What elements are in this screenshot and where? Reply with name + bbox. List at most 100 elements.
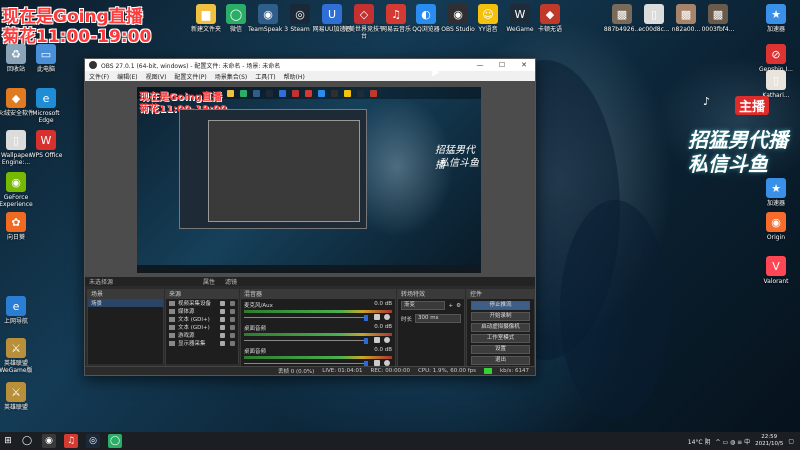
volume-slider[interactable] (244, 340, 368, 341)
desktop-icon[interactable]: W WPS Office (24, 130, 68, 159)
source-type-icon (169, 340, 175, 346)
desktop-icon[interactable]: ◉ GeForce Experience (0, 172, 38, 208)
desktop-icon[interactable]: e Microsoft Edge (24, 88, 68, 124)
netease-music-icon[interactable]: ♫ (64, 434, 78, 448)
desktop-icon[interactable]: ▩ 0003fbf4... (696, 4, 740, 33)
menu-help[interactable]: 帮助(H) (284, 72, 305, 81)
weather-widget[interactable]: 14°C 阴 (688, 437, 711, 446)
obs-window[interactable]: OBS 27.0.1 (64-bit, windows) - 配置文件: 未命名… (84, 58, 536, 376)
desktop-icon[interactable]: ◆ 卡顿无语 (528, 4, 572, 33)
visibility-eye-icon[interactable] (220, 316, 225, 322)
audio-level-meter (244, 310, 392, 313)
visibility-eye-icon[interactable] (220, 332, 225, 338)
source-item[interactable]: 游戏源 (166, 331, 238, 339)
transition-select[interactable]: 渐变 (401, 301, 446, 310)
source-item[interactable]: 显示器采集 (166, 339, 238, 347)
lock-icon[interactable] (230, 332, 235, 338)
obs-title-text: OBS 27.0.1 (64-bit, windows) - 配置文件: 未命名… (101, 62, 281, 70)
obs-logo-icon (89, 61, 97, 69)
wegame-icon: W (510, 4, 530, 24)
tiktok-icon: ♪ (703, 95, 711, 108)
speaker-icon[interactable] (374, 337, 380, 343)
desktop-icon[interactable]: ◉ Origin (754, 212, 798, 241)
source-item[interactable]: 视频采集设备 (166, 299, 238, 307)
menu-view[interactable]: 视图(V) (146, 72, 167, 81)
visibility-eye-icon[interactable] (220, 340, 225, 346)
preview-area: 现在是Going直播 菊花11:00-19:00 招猛男代播 私信斗鱼 (85, 81, 535, 277)
volume-slider-handle[interactable] (364, 315, 368, 321)
stream-preview[interactable]: 现在是Going直播 菊花11:00-19:00 招猛男代播 私信斗鱼 (137, 87, 481, 273)
lock-icon[interactable] (230, 324, 235, 330)
menu-tools[interactable]: 工具(T) (255, 72, 275, 81)
stop-streaming-button[interactable]: 停止推流 (471, 301, 530, 310)
steam-icon[interactable]: ◎ (86, 434, 100, 448)
add-icon[interactable]: + (448, 303, 453, 309)
duration-label: 时长 (401, 316, 413, 323)
search-icon[interactable]: ◯ (20, 434, 34, 448)
menu-file[interactable]: 文件(F) (89, 72, 109, 81)
huorong-icon: ◆ (6, 88, 26, 108)
desktop-icon-label: 此电脑 (36, 66, 55, 73)
menu-edit[interactable]: 编辑(E) (117, 72, 137, 81)
settings-button[interactable]: 设置 (471, 345, 530, 354)
desktop-icon[interactable]: ⚔ 英雄联盟 WeGame版 (0, 338, 38, 374)
visibility-eye-icon[interactable] (220, 308, 225, 314)
desktop-icon[interactable]: ✿ 向日葵 (0, 212, 38, 241)
filters-button[interactable]: 滤镜 (225, 277, 237, 286)
lock-icon[interactable] (230, 316, 235, 322)
start-virtual-camera-button[interactable]: 启动虚拟摄像机 (471, 323, 530, 332)
perfectworld-icon: ◇ (354, 4, 374, 24)
obs-titlebar[interactable]: OBS 27.0.1 (64-bit, windows) - 配置文件: 未命名… (85, 59, 535, 71)
obs-icon[interactable]: ◉ (42, 434, 56, 448)
lock-icon[interactable] (230, 308, 235, 314)
volume-slider[interactable] (244, 363, 368, 364)
gear-icon[interactable] (384, 337, 390, 343)
menu-profile[interactable]: 配置文件(P) (174, 72, 206, 81)
start-icon[interactable]: ⊞ (0, 432, 16, 450)
lock-icon[interactable] (230, 340, 235, 346)
gear-icon[interactable]: ⚙ (456, 303, 461, 309)
minimize-icon[interactable]: — (469, 59, 491, 71)
volume-slider-handle[interactable] (364, 338, 368, 344)
desktop-icon[interactable]: ▭ 此电脑 (24, 44, 68, 73)
exit-button[interactable]: 退出 (471, 356, 530, 365)
desktop-icon[interactable]: ★ 加速器 (754, 4, 798, 33)
clock[interactable]: 22:59 2021/10/5 (755, 434, 783, 448)
desktop-icon-label: Origin (766, 234, 786, 241)
menu-scene-collection[interactable]: 场景集合(S) (215, 72, 248, 81)
image-file-icon: ▩ (708, 4, 728, 24)
notification-icon[interactable]: ▢ (788, 438, 794, 445)
volume-slider[interactable] (244, 317, 368, 318)
maximize-icon[interactable]: ☐ (491, 59, 513, 71)
mixer-channel: 桌面音频 0.0 dB (244, 324, 392, 344)
visibility-eye-icon[interactable] (220, 300, 225, 306)
geforce-icon: ◉ (6, 172, 26, 192)
studio-mode-button[interactable]: 工作室模式 (471, 334, 530, 343)
visibility-eye-icon[interactable] (220, 324, 225, 330)
mixer-channel-name: 麦克风/Aux (244, 303, 273, 309)
source-item[interactable]: 文本 (GDI+) (166, 315, 238, 323)
desktop-icon[interactable]: ⚔ 英雄联盟 (0, 382, 38, 411)
source-item[interactable]: 文本 (GDI+) (166, 323, 238, 331)
wps-icon: W (36, 130, 56, 150)
transitions-dock: 转场特效 渐变 + ⚙ 时长 300 ms (397, 289, 465, 375)
tray-icons[interactable]: ^ ▭ ◍ ≡ 中 (716, 437, 751, 446)
lock-icon[interactable] (230, 300, 235, 306)
source-toolbar: 未选择源 属性 滤镜 (85, 277, 535, 286)
desktop-icon[interactable]: ⊘Genshin I... (754, 44, 798, 73)
scene-item[interactable]: 场景 (88, 299, 163, 307)
start-recording-button[interactable]: 开始录制 (471, 312, 530, 321)
desktop-icon[interactable]: e 上网导航 (0, 296, 38, 325)
close-icon[interactable]: ✕ (513, 59, 535, 71)
desktop-icon-label: Valorant (763, 278, 789, 285)
speaker-icon[interactable] (374, 314, 380, 320)
gear-icon[interactable] (384, 314, 390, 320)
duration-input[interactable]: 300 ms (415, 314, 461, 323)
origin-icon: ◉ (766, 212, 786, 232)
desktop-icon[interactable]: ▯ Kathari... (754, 70, 798, 99)
wechat-icon[interactable]: ◯ (108, 434, 122, 448)
desktop-icon[interactable]: V Valorant (754, 256, 798, 285)
properties-button[interactable]: 属性 (203, 277, 215, 286)
source-item[interactable]: 媒体源 (166, 307, 238, 315)
desktop-icon[interactable]: ★ 加速器 (754, 178, 798, 207)
